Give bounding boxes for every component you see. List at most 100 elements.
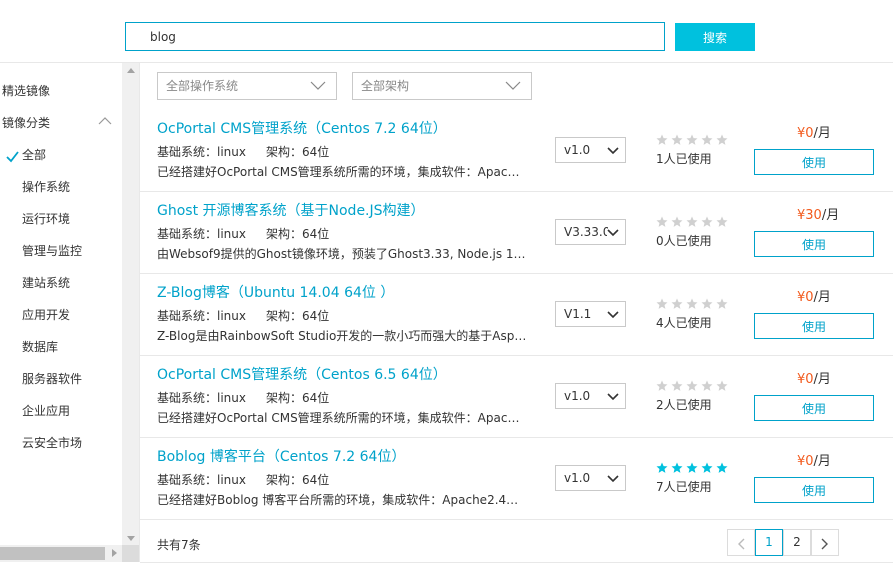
horizontal-scroll-thumb[interactable] — [0, 547, 105, 560]
price-unit: /月 — [813, 454, 831, 469]
product-row: Boblog 博客平台（Centos 7.2 64位） 基础系统：linux 架构：… — [140, 438, 893, 520]
usage-count: 4人已使用 — [656, 316, 712, 330]
version-value: v1.0 — [564, 471, 591, 485]
price-unit: /月 — [813, 372, 831, 387]
sidebar-item-database[interactable]: 数据库 — [22, 338, 58, 355]
star-icon — [701, 462, 713, 473]
prev-page-button[interactable] — [727, 529, 755, 556]
star-icon — [686, 380, 698, 391]
scroll-down-arrow-icon[interactable] — [127, 536, 135, 541]
footer-divider — [140, 562, 893, 563]
use-button[interactable]: 使用 — [754, 395, 874, 421]
product-os: 基础系统：linux — [157, 227, 246, 241]
product-row: OcPortal CMS管理系统（Centos 6.5 64位） 基础系统：lin… — [140, 356, 893, 438]
product-price: ¥0/月 — [797, 286, 831, 305]
star-icon — [716, 380, 728, 391]
sidebar-category-header[interactable]: 镜像分类 — [2, 114, 50, 131]
version-select[interactable]: V1.1 — [555, 301, 626, 327]
product-price: ¥0/月 — [797, 450, 831, 469]
version-select[interactable]: v1.0 — [555, 137, 626, 163]
sidebar-item-os[interactable]: 操作系统 — [22, 178, 70, 195]
chevron-down-icon — [607, 229, 619, 237]
version-select[interactable]: v1.0 — [555, 383, 626, 409]
price-unit: /月 — [821, 208, 840, 223]
product-meta: 基础系统：linux 架构：64位 — [157, 143, 329, 160]
scroll-up-arrow-icon[interactable] — [127, 68, 135, 73]
star-icon — [686, 216, 698, 227]
product-arch: 架构：64位 — [265, 309, 330, 323]
product-title-link[interactable]: Boblog 博客平台（Centos 7.2 64位） — [157, 446, 405, 466]
usage-count: 2人已使用 — [656, 398, 712, 412]
os-filter-select[interactable]: 全部操作系统 — [157, 72, 337, 100]
product-description: 已经搭建好OcPortal CMS管理系统所需的环境，集成软件：Apache2.… — [157, 165, 527, 179]
star-icon — [671, 134, 683, 145]
product-arch: 架构：64位 — [265, 227, 330, 241]
version-value: v1.0 — [564, 389, 591, 403]
horizontal-scrollbar[interactable] — [0, 545, 122, 562]
star-icon — [656, 134, 668, 145]
sidebar-item-all[interactable]: 全部 — [22, 146, 46, 163]
sidebar-item-app-dev[interactable]: 应用开发 — [22, 306, 70, 323]
product-title-link[interactable]: OcPortal CMS管理系统（Centos 6.5 64位） — [157, 364, 447, 384]
chevron-up-icon[interactable] — [98, 116, 112, 126]
search-input[interactable] — [125, 22, 665, 51]
chevron-right-icon — [821, 538, 828, 550]
scroll-right-arrow-icon[interactable] — [112, 549, 117, 557]
product-row: Z-Blog博客（Ubuntu 14.04 64位 ） 基础系统：linux 架构：… — [140, 274, 893, 356]
version-value: v1.0 — [564, 143, 591, 157]
product-title-link[interactable]: Z-Blog博客（Ubuntu 14.04 64位 ） — [157, 282, 394, 302]
os-filter-value: 全部操作系统 — [166, 79, 239, 93]
star-icon — [686, 298, 698, 309]
product-os: 基础系统：linux — [157, 473, 246, 487]
use-button[interactable]: 使用 — [754, 149, 874, 175]
sidebar-item-monitoring[interactable]: 管理与监控 — [22, 242, 82, 259]
product-meta: 基础系统：linux 架构：64位 — [157, 307, 329, 324]
price-amount: ¥0 — [797, 372, 814, 387]
star-icon — [716, 216, 728, 227]
use-button[interactable]: 使用 — [754, 477, 874, 503]
version-select[interactable]: v1.0 — [555, 465, 626, 491]
star-icon — [716, 462, 728, 473]
price-amount: ¥30 — [797, 208, 822, 223]
chevron-down-icon — [505, 81, 521, 90]
price-unit: /月 — [813, 290, 831, 305]
star-icon — [686, 462, 698, 473]
use-button[interactable]: 使用 — [754, 231, 874, 257]
page-2-button[interactable]: 2 — [783, 529, 811, 556]
vertical-scrollbar[interactable] — [122, 63, 139, 545]
product-row: OcPortal CMS管理系统（Centos 7.2 64位） 基础系统：lin… — [140, 110, 893, 192]
sidebar-featured[interactable]: 精选镜像 — [2, 82, 50, 99]
star-icon — [671, 380, 683, 391]
product-price: ¥30/月 — [797, 204, 839, 223]
rating-stars — [656, 134, 731, 146]
product-price: ¥0/月 — [797, 368, 831, 387]
check-icon — [6, 151, 19, 163]
usage-count: 7人已使用 — [656, 480, 712, 494]
product-os: 基础系统：linux — [157, 309, 246, 323]
product-title-link[interactable]: OcPortal CMS管理系统（Centos 7.2 64位） — [157, 118, 447, 138]
image-market-page: 搜索 精选镜像 镜像分类 全部 操作系统 运行环境 管理与监控 建站系统 应用开… — [0, 0, 893, 586]
product-arch: 架构：64位 — [265, 391, 330, 405]
product-arch: 架构：64位 — [265, 145, 330, 159]
search-button[interactable]: 搜索 — [675, 23, 755, 51]
arch-filter-select[interactable]: 全部架构 — [352, 72, 532, 100]
price-unit: /月 — [813, 126, 831, 141]
sidebar-item-site-building[interactable]: 建站系统 — [22, 274, 70, 291]
product-arch: 架构：64位 — [265, 473, 330, 487]
sidebar-item-runtime[interactable]: 运行环境 — [22, 210, 70, 227]
version-select[interactable]: V3.33.0 — [555, 219, 626, 245]
page-1-button[interactable]: 1 — [755, 529, 783, 556]
next-page-button[interactable] — [811, 529, 839, 556]
sidebar-item-enterprise[interactable]: 企业应用 — [22, 402, 70, 419]
star-icon — [701, 134, 713, 145]
sidebar-item-server-software[interactable]: 服务器软件 — [22, 370, 82, 387]
use-button[interactable]: 使用 — [754, 313, 874, 339]
rating-stars — [656, 298, 731, 310]
sidebar-item-security[interactable]: 云安全市场 — [22, 434, 82, 451]
product-title-link[interactable]: Ghost 开源博客系统（基于Node.JS构建） — [157, 200, 425, 220]
star-icon — [656, 380, 668, 391]
star-icon — [656, 462, 668, 473]
category-sidebar: 精选镜像 镜像分类 全部 操作系统 运行环境 管理与监控 建站系统 应用开发 数… — [0, 63, 122, 560]
chevron-down-icon — [310, 81, 326, 90]
price-amount: ¥0 — [797, 126, 814, 141]
